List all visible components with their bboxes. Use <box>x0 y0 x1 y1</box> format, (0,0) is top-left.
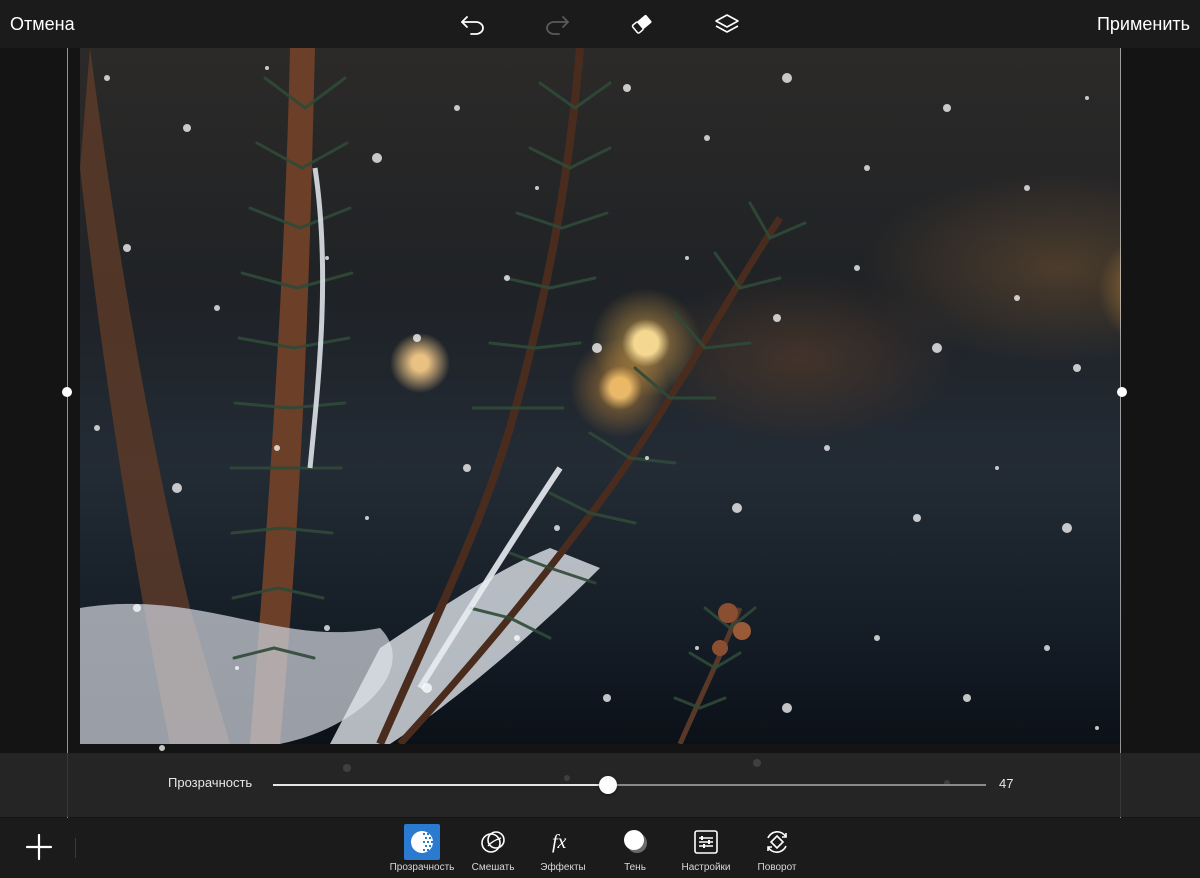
fx-icon: fx <box>545 824 581 860</box>
svg-text:fx: fx <box>552 831 567 853</box>
tool-settings[interactable]: Настройки <box>671 824 741 878</box>
editor-app: Отмена Применить Прозрачность 47 Прозрач… <box>0 0 1200 878</box>
rotate-icon <box>759 824 795 860</box>
plus-icon <box>25 833 53 861</box>
tool-label: Прозрачность <box>389 862 455 873</box>
overlay-layer-frame[interactable] <box>67 48 1121 818</box>
tool-opacity[interactable]: Прозрачность <box>387 824 457 878</box>
tool-label: Смешать <box>471 862 515 873</box>
bottom-toolbar: Прозрачность Смешать fx Эффекты Тень Нас… <box>0 818 1200 878</box>
redo-icon[interactable] <box>542 9 572 39</box>
top-toolbar: Отмена Применить <box>0 0 1200 48</box>
tool-shadow[interactable]: Тень <box>600 824 670 878</box>
opacity-slider-thumb[interactable] <box>599 776 618 794</box>
tool-label: Поворот <box>757 862 797 873</box>
left-resize-handle[interactable] <box>62 387 72 397</box>
cancel-button[interactable]: Отмена <box>10 0 75 48</box>
opacity-slider[interactable] <box>273 776 986 794</box>
opacity-value: 47 <box>999 776 1014 791</box>
tool-blend[interactable]: Смешать <box>458 824 528 878</box>
tool-label: Тень <box>624 862 646 873</box>
tool-label: Настройки <box>681 862 731 873</box>
canvas-area[interactable] <box>0 48 1200 818</box>
settings-icon <box>688 824 724 860</box>
tool-label: Эффекты <box>540 862 586 873</box>
opacity-slider-fill <box>273 784 609 786</box>
opacity-icon <box>404 824 440 860</box>
shadow-icon <box>617 824 653 860</box>
opacity-panel: Прозрачность 47 <box>0 753 1200 817</box>
opacity-label: Прозрачность <box>168 775 253 790</box>
blend-icon <box>475 824 511 860</box>
eraser-icon[interactable] <box>627 9 657 39</box>
apply-button[interactable]: Применить <box>1097 0 1190 48</box>
tool-rotate[interactable]: Поворот <box>742 824 812 878</box>
undo-icon[interactable] <box>458 9 488 39</box>
toolbar-divider <box>75 838 76 858</box>
layers-icon[interactable] <box>712 9 742 39</box>
tool-effects[interactable]: fx Эффекты <box>528 824 598 878</box>
right-resize-handle[interactable] <box>1117 387 1127 397</box>
add-layer-button[interactable] <box>24 832 54 862</box>
